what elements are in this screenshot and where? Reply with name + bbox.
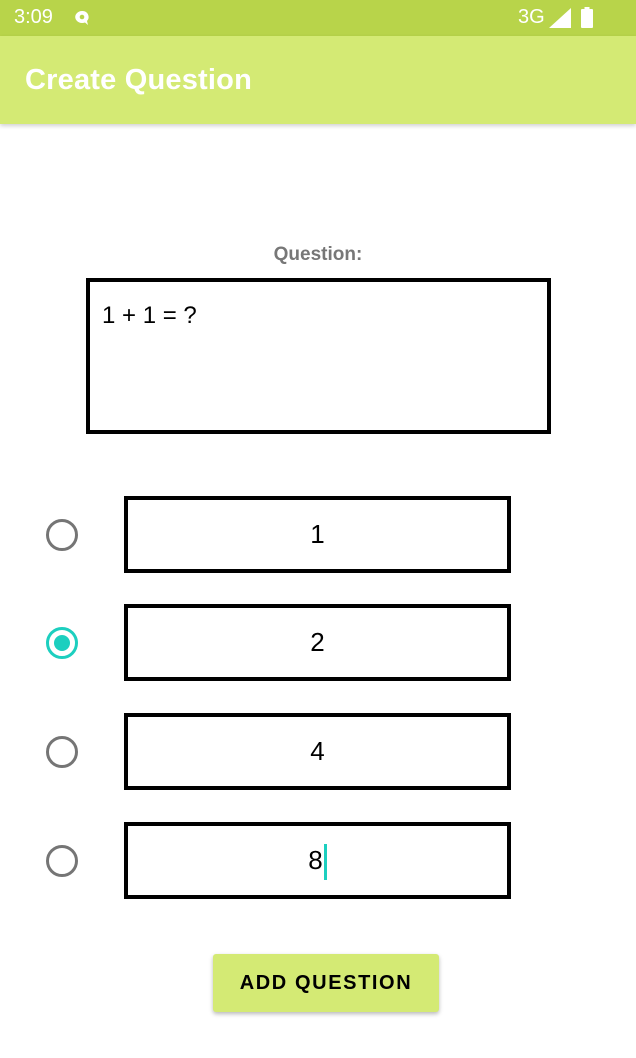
app-bar: Create Question [0, 36, 636, 124]
answer-1-input[interactable]: 1 [124, 496, 511, 573]
answer-2-radio[interactable] [46, 627, 78, 659]
answer-1-radio[interactable] [46, 519, 78, 551]
chat-bubble-icon [75, 10, 89, 25]
status-time: 3:09 [14, 6, 53, 28]
answer-4-input[interactable]: 8 [124, 822, 511, 899]
question-input[interactable]: 1 + 1 = ? [86, 278, 551, 434]
question-label: Question: [273, 244, 363, 265]
answer-3-input[interactable]: 4 [124, 713, 511, 790]
answer-4-value: 8 [308, 845, 323, 875]
answer-2-value: 2 [310, 627, 325, 657]
answer-2-input[interactable]: 2 [124, 604, 511, 681]
battery-icon [581, 7, 593, 28]
answer-4-radio[interactable] [46, 845, 78, 877]
status-bar: 3:09 3G [0, 0, 636, 36]
text-cursor [323, 844, 327, 881]
app-title: Create Question [25, 64, 252, 96]
answer-3-value: 4 [310, 736, 325, 766]
answer-1-value: 1 [310, 519, 325, 549]
question-text: 1 + 1 = ? [102, 302, 197, 329]
answer-3-radio[interactable] [46, 736, 78, 768]
add-question-button[interactable]: ADD QUESTION [213, 954, 439, 1012]
network-type: 3G [518, 6, 545, 28]
signal-icon [549, 8, 571, 28]
